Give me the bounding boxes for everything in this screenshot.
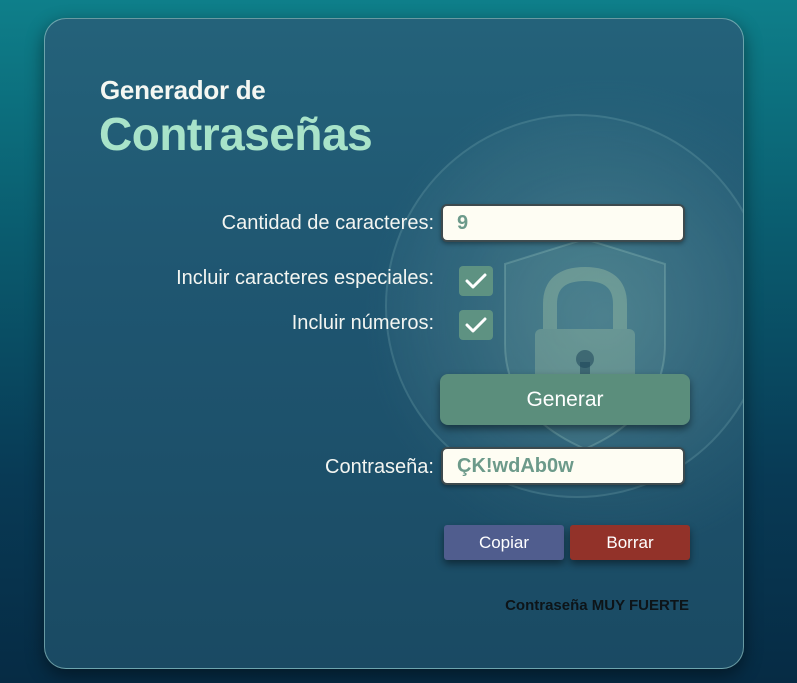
numbers-checkbox[interactable]	[459, 310, 493, 340]
checkmark-icon	[465, 273, 487, 289]
generate-button[interactable]: Generar	[440, 374, 690, 425]
page-title: Contraseñas	[99, 108, 373, 160]
copy-button[interactable]: Copiar	[444, 525, 564, 560]
length-label: Cantidad de caracteres:	[221, 212, 434, 234]
strength-status: Contraseña MUY FUERTE	[505, 597, 689, 614]
numbers-label: Incluir números:	[291, 312, 434, 334]
checkmark-icon	[465, 317, 487, 333]
clear-button[interactable]: Borrar	[570, 525, 690, 560]
title-prefix: Generador de	[100, 75, 266, 105]
password-output[interactable]: ÇK!wdAb0w	[441, 447, 685, 485]
password-label: Contraseña:	[325, 456, 434, 478]
length-input[interactable]: 9	[441, 204, 685, 242]
generator-card: Generador de Contraseñas Cantidad de car…	[44, 18, 744, 669]
special-chars-label: Incluir caracteres especiales:	[176, 267, 434, 289]
special-chars-checkbox[interactable]	[459, 266, 493, 296]
